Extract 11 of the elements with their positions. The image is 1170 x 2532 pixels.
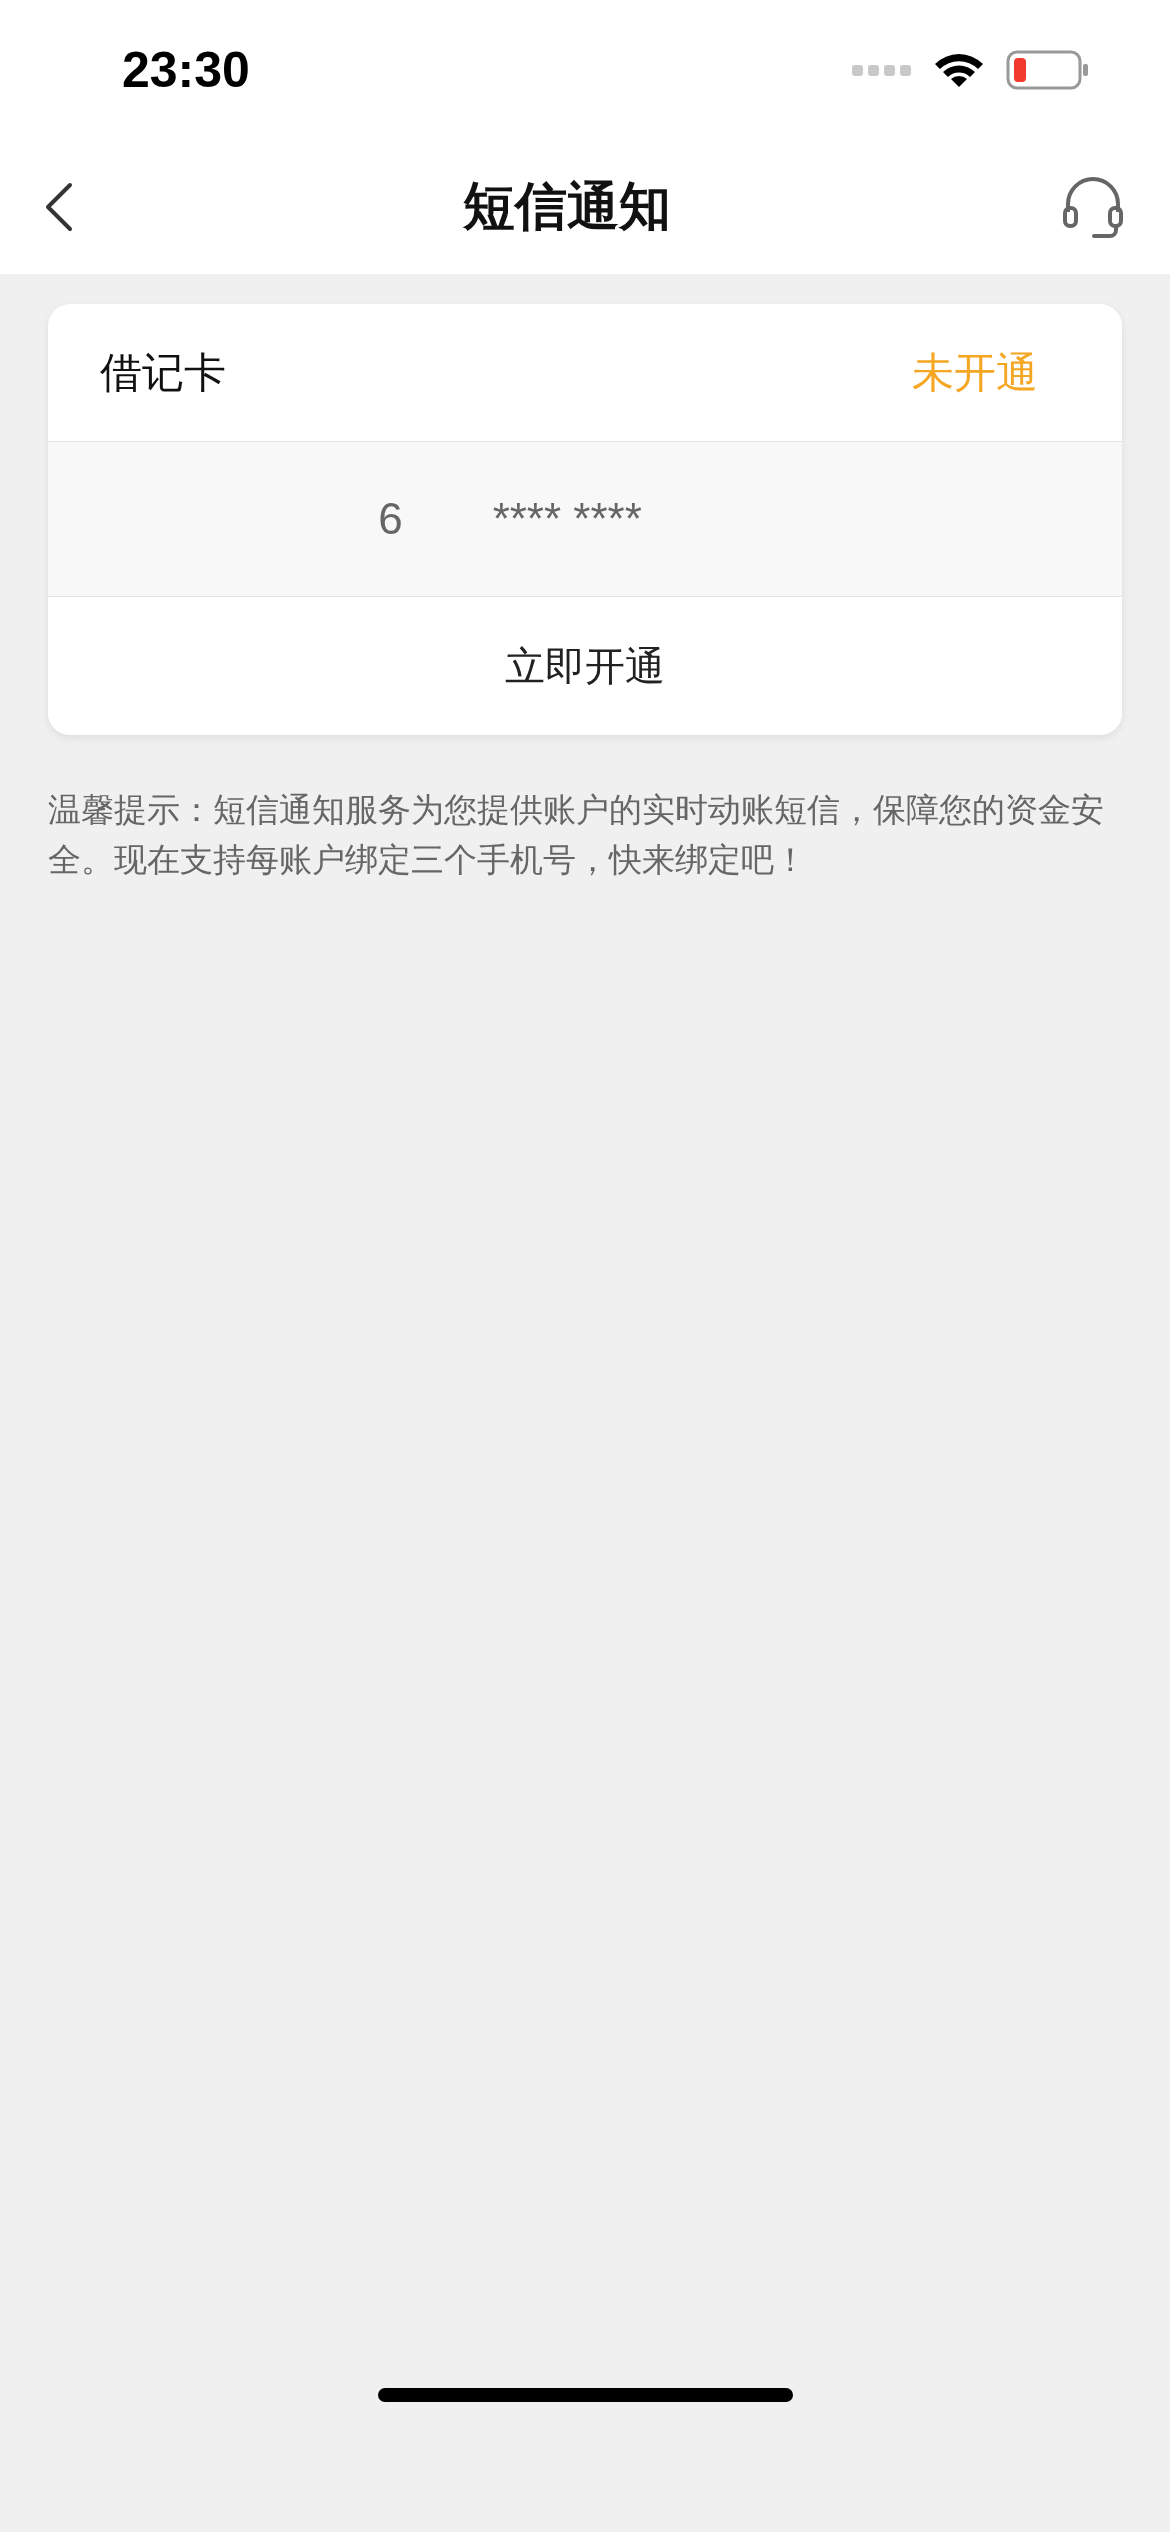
card-number-text: 6 bbox=[378, 494, 403, 544]
tip-text: 温馨提示：短信通知服务为您提供账户的实时动账短信，保障您的资金安全。现在支持每账户绑定三个手机号，快来绑定吧！ bbox=[48, 789, 1105, 881]
battery-icon bbox=[1006, 50, 1090, 90]
wifi-icon bbox=[934, 51, 984, 89]
page-title: 短信通知 bbox=[463, 175, 671, 238]
signal-icon bbox=[852, 63, 912, 77]
card-number-text: **** **** bbox=[492, 494, 642, 544]
status-label: 未开通 bbox=[912, 346, 1038, 399]
clock-time: 23:30 bbox=[122, 41, 250, 99]
card-type-label: 借记卡 bbox=[100, 346, 226, 399]
activate-button[interactable]: 立即开通 bbox=[48, 597, 1122, 735]
